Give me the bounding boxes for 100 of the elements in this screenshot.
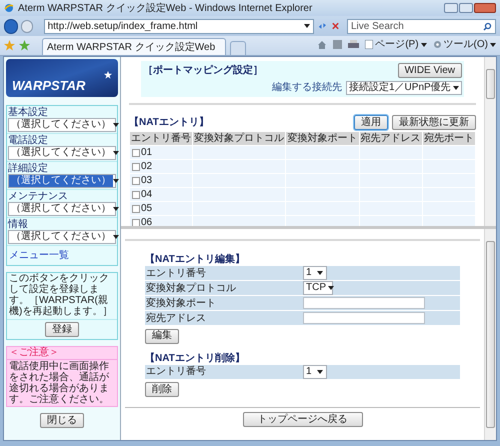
tools-menu[interactable]: ツール(O): [432, 37, 496, 52]
star-icon: [104, 71, 112, 79]
dropdown[interactable]: （選択してください）: [8, 146, 116, 160]
checkbox[interactable]: [132, 190, 140, 198]
menu-label: 基本設定: [8, 107, 49, 118]
dropdown[interactable]: （選択してください）: [8, 202, 116, 216]
table-cell: [360, 146, 422, 159]
close-button[interactable]: [474, 3, 496, 13]
dropdown[interactable]: （選択してください）: [8, 174, 116, 188]
notice-text: 電話使用中に画面操作をされた場合、通話が途切れる場合があります。ご注意ください。: [8, 360, 110, 406]
dropdown-value: （選択してください）: [10, 119, 112, 131]
checkbox[interactable]: [132, 162, 140, 170]
section-title: 【NATエントリ削除】: [145, 352, 246, 364]
entry-number: 02: [141, 160, 152, 172]
dropdown-value: TCP: [305, 282, 327, 294]
checkbox[interactable]: [132, 204, 140, 212]
section-title: 【NATエントリ】: [129, 116, 209, 130]
dropdown-value: （選択してください）: [10, 147, 112, 159]
address-field[interactable]: http://web.setup/index_frame.html: [44, 18, 314, 34]
menu-label: 詳細設定: [8, 163, 49, 174]
dropdown[interactable]: 1: [303, 364, 327, 378]
dropdown[interactable]: （選択してください）: [8, 230, 116, 244]
caret-icon: [420, 42, 427, 46]
button[interactable]: 編集: [145, 328, 179, 344]
caret-icon: [328, 286, 334, 290]
back-button[interactable]: [4, 18, 18, 34]
entry-number: 06: [141, 216, 152, 226]
field-label: 変換対象ポート: [145, 296, 217, 310]
logo-text: WARPSTAR: [12, 79, 86, 93]
section-title: ［ポートマッピング設定］: [143, 63, 263, 78]
table-cell: [360, 216, 422, 226]
dropdown-value: 1: [305, 366, 313, 378]
favorites-star-icon[interactable]: [4, 40, 15, 51]
browser-tab[interactable]: Aterm WARPSTAR クイック設定Web: [42, 38, 226, 55]
button[interactable]: 削除: [145, 382, 179, 397]
maximize-button[interactable]: [459, 3, 473, 13]
caret-icon: [317, 370, 323, 374]
column-header: 変換対象ポート: [286, 132, 359, 145]
search-icon[interactable]: [483, 22, 492, 30]
dropdown-value: （選択してください）: [10, 203, 112, 215]
caret-icon: [113, 123, 119, 127]
button[interactable]: トップページへ戻る: [242, 412, 362, 427]
field-label: エントリ番号: [145, 266, 207, 280]
field-label: 宛先アドレス: [145, 312, 207, 326]
field-label: 変換対象プロトコル: [145, 282, 237, 296]
dropdown-value: 1: [305, 267, 313, 279]
menu-label: 電話設定: [8, 135, 49, 146]
button[interactable]: 閉じる: [40, 413, 84, 428]
add-favorite-icon[interactable]: [19, 40, 30, 51]
dropdown[interactable]: 接続設定1／UPnP優先: [346, 80, 462, 94]
window-title: Aterm WARPSTAR クイック設定Web - Windows Internet Explorer: [18, 2, 314, 16]
column-header: 宛先アドレス: [360, 132, 422, 145]
gear-icon: [432, 40, 442, 49]
scrollbar[interactable]: [484, 229, 496, 440]
minimize-button[interactable]: [444, 3, 458, 13]
page-icon: [365, 40, 374, 49]
dropdown[interactable]: TCP: [303, 281, 333, 295]
menu-label: メンテナンス: [8, 191, 69, 202]
table-cell: [422, 146, 475, 159]
button[interactable]: 最新状態に更新: [392, 115, 476, 130]
column-header: 変換対象プロトコル: [193, 132, 286, 145]
column-header: エントリ番号: [130, 132, 192, 145]
register-note: このボタンをクリックして設定を登録します。［WARPSTAR(親機)を再起動します。］: [7, 273, 117, 320]
dropdown-value: （選択してください）: [10, 231, 112, 243]
button[interactable]: 適用: [354, 115, 388, 130]
dropdown-value: 接続設定1／UPnP優先: [348, 82, 452, 94]
field-label: エントリ番号: [145, 364, 207, 379]
input-field[interactable]: [303, 297, 425, 309]
entry-number: 01: [141, 146, 152, 158]
table-cell: [422, 216, 475, 226]
home-icon[interactable]: [317, 40, 328, 50]
caret-icon: [113, 207, 119, 211]
url-text: http://web.setup/index_frame.html: [48, 20, 199, 34]
column-header: 宛先ポート: [422, 132, 475, 145]
caret-icon: [113, 151, 119, 155]
button[interactable]: 登録: [45, 322, 79, 337]
new-tab-button[interactable]: [230, 41, 246, 55]
stop-icon[interactable]: [331, 21, 340, 31]
menu-label: 情報: [8, 219, 29, 230]
notice-title: ＜ご注意＞: [7, 347, 117, 360]
entry-number: 05: [141, 202, 152, 214]
input-field[interactable]: [303, 312, 425, 324]
caret-icon: [113, 235, 119, 239]
menu-list-link[interactable]: メニュー一覧: [7, 246, 117, 265]
section-title: 【NATエントリ編集】: [145, 253, 246, 266]
caret-icon: [113, 179, 119, 183]
printer-icon[interactable]: [348, 40, 360, 49]
dropdown[interactable]: （選択してください）: [8, 118, 116, 132]
field-label: 編集する接続先: [272, 80, 342, 95]
button[interactable]: WIDE View: [398, 63, 462, 78]
caret-icon: [452, 86, 459, 90]
checkbox[interactable]: [132, 218, 140, 226]
dropdown[interactable]: 1: [303, 266, 327, 280]
browser-icon: [4, 3, 14, 13]
caret-icon: [304, 24, 310, 28]
entry-number: 03: [141, 174, 152, 186]
checkbox[interactable]: [132, 176, 140, 184]
scrollbar[interactable]: [484, 57, 496, 226]
checkbox[interactable]: [132, 148, 140, 156]
page-menu[interactable]: ページ(P): [365, 37, 427, 52]
